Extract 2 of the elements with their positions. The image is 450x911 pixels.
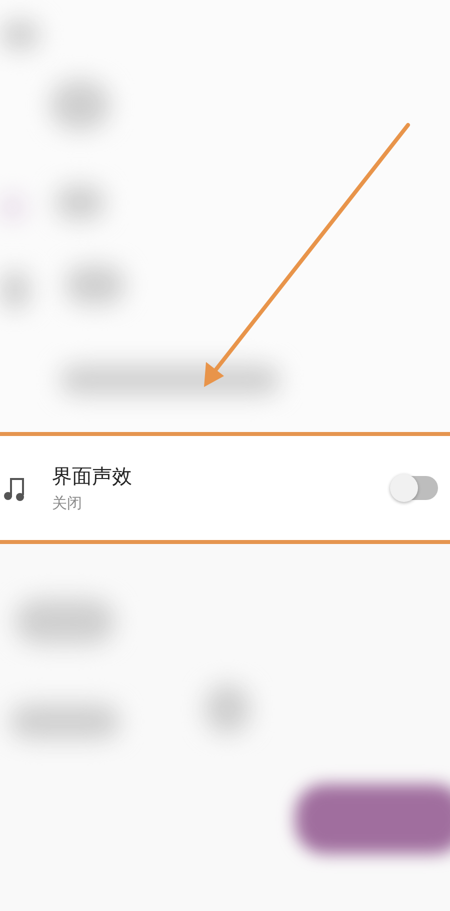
setting-title: 界面声效 [52, 463, 133, 490]
setting-status: 关闭 [52, 494, 83, 513]
